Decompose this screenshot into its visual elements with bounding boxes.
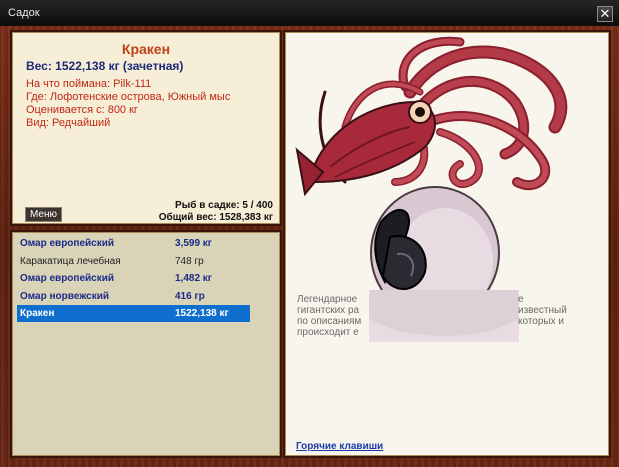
list-item-weight: 748 гр <box>175 255 204 267</box>
list-item[interactable]: Омар европейский 3,599 кг <box>17 235 250 252</box>
fish-info-panel: Кракен Вес: 1522,138 кг (зачетная) На чт… <box>10 30 282 226</box>
list-item-weight: 1522,138 кг <box>175 308 229 319</box>
list-item-name: Омар норвежский <box>20 290 110 302</box>
fish-title: Кракен <box>121 41 171 57</box>
window-title: Садок <box>8 7 40 19</box>
description-text: которых и <box>518 316 564 327</box>
caught-on: На что поймана: Pilk-111 <box>26 78 152 90</box>
fish-weight: Вес: 1522,138 кг (зачетная) <box>26 59 184 73</box>
location: Где: Лофотенские острова, Южный мыс <box>26 91 231 103</box>
list-item-weight: 416 гр <box>175 290 205 302</box>
valued-from: Оценивается с: 800 кг <box>26 104 138 116</box>
menu-button[interactable]: Меню <box>25 207 62 222</box>
fish-kind: Вид: Редчайший <box>26 117 111 129</box>
list-item[interactable]: Кракен 1522,138 кг <box>17 305 250 322</box>
list-item-name: Омар европейский <box>20 238 115 249</box>
catch-list: Омар европейский 3,599 кг Каракатица лечеб… <box>10 230 282 458</box>
kraken-illustration <box>295 36 568 342</box>
hotkeys-link[interactable]: Горячие клавиши <box>296 441 383 452</box>
list-item[interactable]: Каракатица лечебная 748 гр <box>17 253 250 270</box>
fish-picture-panel: Легендарное гигантских ра по описаниям прои… <box>283 30 611 458</box>
title-bar: Садок ✕ <box>0 0 619 27</box>
description-text: гигантских ра <box>297 305 360 316</box>
list-item[interactable]: Омар норвежский 416 гр <box>17 288 250 305</box>
description-text: е <box>518 294 524 305</box>
list-item-name: Омар европейский <box>20 273 115 284</box>
list-item-name: Кракен <box>20 308 55 319</box>
description-text: происходит е <box>297 327 359 338</box>
close-icon: ✕ <box>599 6 611 21</box>
fish-count: Рыб в садке: 5 / 400 <box>175 200 273 211</box>
description-text: по описаниям <box>297 316 362 327</box>
list-item-weight: 3,599 кг <box>175 238 212 249</box>
total-weight: Общий вес: 1528,383 кг <box>158 212 273 223</box>
list-item[interactable]: Омар европейский 1,482 кг <box>17 270 250 287</box>
description-text: Легендарное <box>297 294 358 305</box>
list-item-name: Каракатица лечебная <box>20 255 121 267</box>
close-button[interactable]: ✕ <box>597 6 613 22</box>
list-item-weight: 1,482 кг <box>175 273 212 284</box>
description-text: известный <box>518 305 567 316</box>
